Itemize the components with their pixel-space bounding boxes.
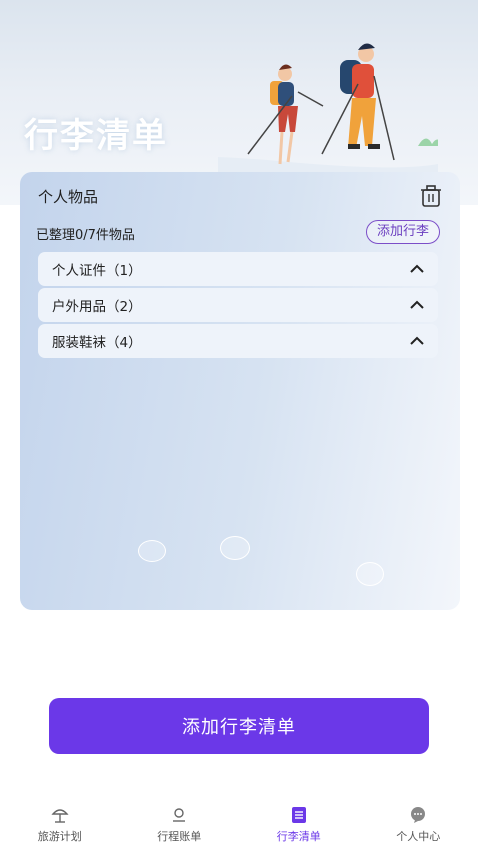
chat-bubble-icon — [411, 807, 426, 823]
tab-travel-plan[interactable]: 旅游计划 — [5, 796, 115, 844]
hikers-illustration — [218, 43, 438, 176]
add-luggage-list-button[interactable]: 添加行李清单 — [49, 698, 429, 754]
category-row-outdoor[interactable]: 户外用品（2） — [38, 288, 438, 322]
bottom-tab-bar: 旅游计划 行程账单 行李清单 个人中心 — [0, 796, 478, 850]
beach-umbrella-icon — [51, 809, 69, 823]
tab-label: 行程账单 — [157, 830, 202, 843]
category-row-documents[interactable]: 个人证件（1） — [38, 252, 438, 286]
page-title: 行李清单 — [20, 108, 168, 157]
category-label: 户外用品（2） — [52, 299, 142, 315]
luggage-card: 个人物品 已整理0/7件物品 添加行李 个人证件（1） 户外用品（2） 服装鞋袜… — [20, 172, 460, 610]
trash-icon[interactable] — [420, 184, 442, 208]
add-luggage-button[interactable]: 添加行李 — [365, 220, 440, 244]
tab-trip-bill[interactable]: 行程账单 — [124, 796, 234, 844]
tab-luggage-list[interactable]: 行李清单 — [244, 796, 354, 844]
chevron-up-icon — [410, 264, 424, 273]
tab-label: 行李清单 — [276, 830, 321, 843]
chevron-up-icon — [410, 300, 424, 309]
category-row-clothing[interactable]: 服装鞋袜（4） — [38, 324, 438, 358]
tab-label: 旅游计划 — [37, 830, 82, 843]
card-title: 个人物品 — [38, 188, 99, 206]
tab-profile[interactable]: 个人中心 — [363, 796, 473, 844]
decor-bubble — [356, 562, 384, 586]
tab-label: 个人中心 — [396, 830, 441, 843]
category-label: 个人证件（1） — [52, 263, 142, 279]
location-pin-icon — [173, 808, 186, 822]
decor-bubble — [138, 540, 166, 562]
decor-bubble — [220, 536, 250, 560]
list-icon — [291, 807, 306, 823]
category-label: 服装鞋袜（4） — [52, 335, 142, 351]
chevron-up-icon — [410, 336, 424, 345]
progress-summary: 已整理0/7件物品 — [36, 228, 135, 243]
